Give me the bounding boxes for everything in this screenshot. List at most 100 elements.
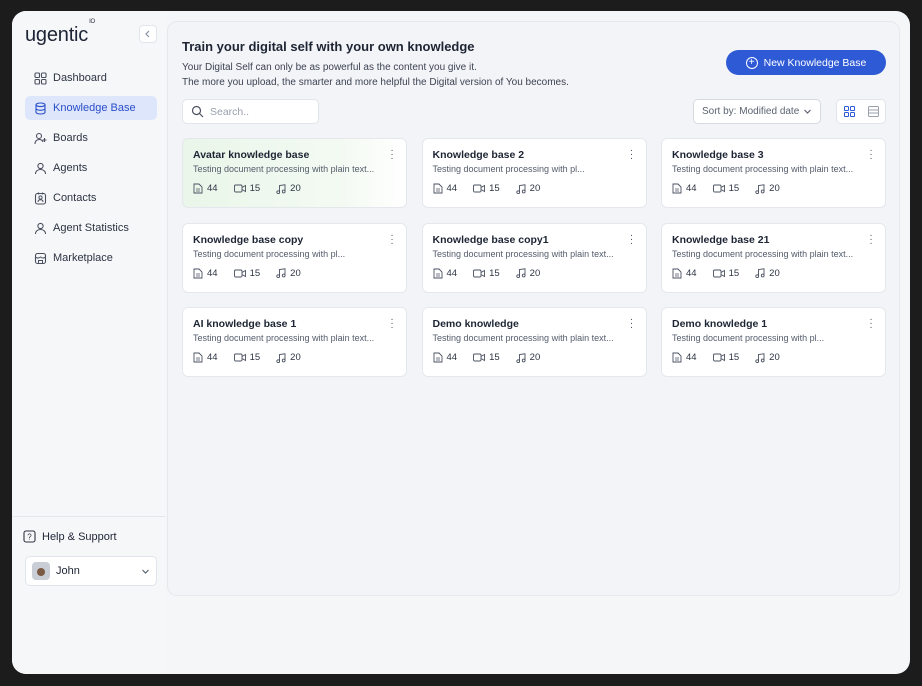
knowledge-base-card[interactable]: Knowledge base copy Testing document pro… xyxy=(182,222,407,293)
document-icon xyxy=(193,183,203,194)
help-support-link[interactable]: ? Help & Support xyxy=(23,530,117,543)
video-count: 15 xyxy=(233,267,261,279)
more-options-icon[interactable]: · · · xyxy=(390,146,394,164)
audio-count: 20 xyxy=(276,352,301,363)
audio-count: 20 xyxy=(516,352,541,363)
video-count-value: 15 xyxy=(728,352,740,363)
sidebar-item-label: Contacts xyxy=(53,192,97,204)
sidebar-divider xyxy=(12,516,166,517)
video-count: 15 xyxy=(473,352,500,363)
sidebar-nav: Dashboard Knowledge Base Boards Agents C… xyxy=(25,66,157,276)
card-stats: 44 15 20 xyxy=(672,183,875,194)
collapse-sidebar-button[interactable] xyxy=(139,25,157,43)
video-count-value: 15 xyxy=(728,183,740,194)
document-count-value: 44 xyxy=(446,352,458,363)
card-title: Knowledge base 3 xyxy=(672,149,764,161)
card-stats: 44 15 20 xyxy=(672,268,875,279)
sidebar-item-agents[interactable]: Agents xyxy=(25,156,157,180)
document-icon xyxy=(433,183,442,194)
video-count: 15 xyxy=(233,183,261,194)
grid-view-button[interactable] xyxy=(837,100,861,123)
document-icon xyxy=(672,183,682,194)
card-title: AI knowledge base 1 xyxy=(193,318,297,330)
boards-icon xyxy=(33,131,47,145)
sidebar-item-agent-statistics[interactable]: Agent Statistics xyxy=(25,216,157,240)
list-view-button[interactable] xyxy=(861,100,885,123)
svg-text:?: ? xyxy=(27,533,32,542)
sidebar-item-dashboard[interactable]: Dashboard xyxy=(25,66,157,90)
card-description: Testing document processing with pl... xyxy=(193,248,346,259)
knowledge-base-card[interactable]: Knowledge base copy1 Testing document pr… xyxy=(421,222,647,293)
card-stats: 44 15 20 xyxy=(433,183,636,194)
agents-icon xyxy=(33,161,47,175)
sidebar-item-knowledge-base[interactable]: Knowledge Base xyxy=(25,96,157,120)
contacts-icon xyxy=(33,191,47,205)
help-label: Help & Support xyxy=(42,530,117,543)
music-note-icon xyxy=(276,352,286,363)
audio-count-value: 20 xyxy=(769,267,780,279)
card-description: Testing document processing with plain t… xyxy=(672,248,854,259)
new-knowledge-base-button[interactable]: + New Knowledge Base xyxy=(726,50,886,75)
audio-count: 20 xyxy=(755,183,780,194)
view-toggle xyxy=(836,99,886,124)
more-options-icon[interactable]: · · · xyxy=(630,315,634,333)
sort-label: Sort by: Modified date xyxy=(702,106,800,117)
card-title: Demo knowledge xyxy=(432,318,519,330)
knowledge-base-card[interactable]: Demo knowledge Testing document processi… xyxy=(421,307,647,377)
document-count: 44 xyxy=(433,183,457,194)
document-count: 44 xyxy=(433,352,458,363)
video-icon xyxy=(473,353,486,362)
logo-text: ugentic xyxy=(25,24,89,46)
document-icon xyxy=(672,352,682,363)
more-options-icon[interactable]: · · · xyxy=(630,230,634,248)
knowledge-base-card[interactable]: Knowledge base 21 Testing document proce… xyxy=(661,222,886,293)
app-logo[interactable]: ugenticIO xyxy=(25,19,95,47)
audio-count: 20 xyxy=(276,183,301,194)
card-description: Testing document processing with plain t… xyxy=(193,164,375,174)
video-count: 15 xyxy=(473,183,500,194)
search-input[interactable] xyxy=(210,105,310,118)
audio-count-value: 20 xyxy=(529,352,541,363)
more-options-icon[interactable]: · · · xyxy=(390,230,394,248)
knowledge-base-card[interactable]: Demo knowledge 1 Testing document proces… xyxy=(661,307,886,377)
sidebar-item-label: Agents xyxy=(53,162,88,174)
more-options-icon[interactable]: · · · xyxy=(869,230,873,248)
video-count-value: 15 xyxy=(249,267,261,279)
sidebar-item-label: Boards xyxy=(53,132,88,144)
more-options-icon[interactable]: · · · xyxy=(869,146,873,164)
more-options-icon[interactable]: · · · xyxy=(869,315,873,333)
knowledge-base-card[interactable]: Knowledge base 3 Testing document proces… xyxy=(661,138,886,208)
logo-sup: IO xyxy=(89,19,96,26)
music-note-icon xyxy=(755,352,765,363)
sidebar-item-marketplace[interactable]: Marketplace xyxy=(25,246,157,270)
sidebar: ugenticIO Dashboard Knowledge Base Board… xyxy=(12,11,166,674)
video-count-value: 15 xyxy=(489,267,500,279)
video-icon xyxy=(233,353,246,362)
knowledge-base-card[interactable]: AI knowledge base 1 Testing document pro… xyxy=(182,307,407,377)
video-icon xyxy=(712,184,725,193)
more-options-icon[interactable]: · · · xyxy=(390,315,394,333)
search-box[interactable] xyxy=(182,99,319,124)
user-menu[interactable]: John xyxy=(25,556,157,586)
knowledge-base-card[interactable]: Knowledge base 2 Testing document proces… xyxy=(421,138,647,208)
card-stats: 44 15 20 xyxy=(433,268,636,279)
knowledge-base-card[interactable]: Avatar knowledge base Testing document p… xyxy=(182,138,407,208)
more-options-icon[interactable]: · · · xyxy=(630,146,634,164)
video-count-value: 15 xyxy=(489,352,500,363)
video-icon xyxy=(233,269,246,277)
music-note-icon xyxy=(516,352,526,363)
audio-count: 20 xyxy=(516,268,540,279)
document-count: 44 xyxy=(193,352,218,363)
database-icon xyxy=(33,101,47,115)
card-description: Testing document processing with plain t… xyxy=(193,333,375,343)
sidebar-item-contacts[interactable]: Contacts xyxy=(25,186,157,210)
sort-dropdown[interactable]: Sort by: Modified date xyxy=(693,99,821,124)
card-title: Demo knowledge 1 xyxy=(672,318,768,330)
document-count-value: 44 xyxy=(686,352,697,363)
search-icon xyxy=(191,105,204,118)
video-count-value: 15 xyxy=(249,183,261,194)
subtitle-line-1: Your Digital Self can only be as powerfu… xyxy=(182,62,477,73)
sidebar-item-boards[interactable]: Boards xyxy=(25,126,157,150)
help-icon: ? xyxy=(23,530,36,543)
document-icon xyxy=(193,268,203,278)
